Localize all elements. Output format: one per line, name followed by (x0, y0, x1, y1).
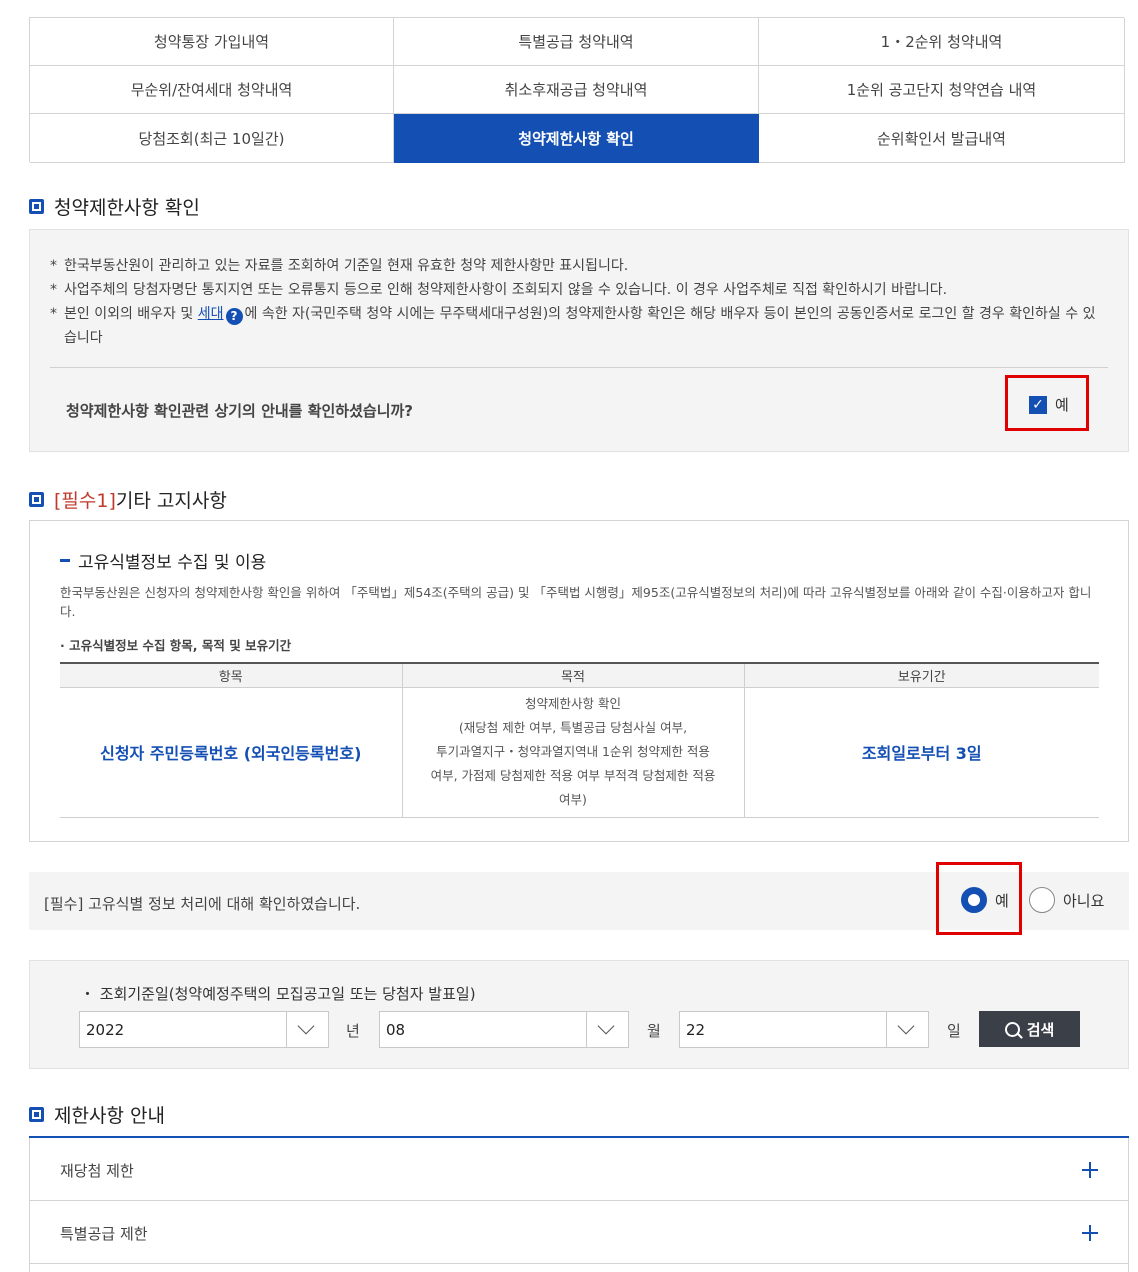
square-bullet-icon (29, 1107, 44, 1122)
privacy-box: 고유식별정보 수집 및 이용 한국부동산원은 신청자의 청약제한사항 확인을 위… (29, 520, 1129, 842)
plus-icon[interactable] (1082, 1162, 1098, 1178)
chevron-down-icon (286, 1012, 328, 1047)
tab-resupply[interactable]: 취소후재공급 청약내역 (394, 66, 759, 114)
household-link[interactable]: 세대 (198, 306, 224, 322)
notice-list: * 한국부동산원이 관리하고 있는 자료를 조회하여 기준일 현재 유효한 청약… (50, 254, 1105, 350)
section-title: 제한사항 안내 (54, 1105, 165, 1127)
day-select[interactable]: 22 (679, 1011, 929, 1048)
notice-item: * 사업주체의 당첨자명단 통지지연 또는 오류통지 등으로 인해 청약제한사항… (50, 282, 948, 298)
month-unit: 월 (647, 1022, 661, 1040)
privacy-table: 항목 목적 보유기간 신청자 주민등록번호 (외국인등록번호) 청약제한사항 확… (60, 662, 1099, 818)
tab-practice[interactable]: 1순위 공고단지 청약연습 내역 (759, 66, 1125, 114)
help-icon[interactable]: ? (225, 308, 243, 325)
notice-item: * 본인 이외의 배우자 및 세대? 에 속한 자(국민주택 청약 시에는 무주택… (50, 306, 1096, 346)
tab-rank-certificate[interactable]: 순위확인서 발급내역 (759, 114, 1125, 163)
chevron-down-icon (886, 1012, 928, 1047)
confirm-checkbox[interactable]: ✓ 예 (1029, 394, 1069, 415)
month-select[interactable]: 08 (379, 1011, 629, 1048)
section-restriction-guide-heading: 제한사항 안내 (29, 1101, 165, 1128)
tab-unranked-remaining[interactable]: 무순위/잔여세대 청약내역 (30, 66, 394, 114)
tab-rank-1-2[interactable]: 1・2순위 청약내역 (759, 18, 1125, 66)
section-title: 기타 고지사항 (115, 490, 227, 512)
radio-selected-icon (961, 887, 987, 913)
radio-yes[interactable]: 예 (961, 887, 1009, 913)
dash-icon (60, 559, 70, 562)
tab-restriction-check[interactable]: 청약제한사항 확인 (394, 114, 759, 163)
section-restriction-heading: 청약제한사항 확인 (29, 193, 200, 220)
notice-item: * 한국부동산원이 관리하고 있는 자료를 조회하여 기준일 현재 유효한 청약… (50, 258, 629, 274)
highlight-box: ✓ 예 (1005, 375, 1089, 431)
table-row: 신청자 주민등록번호 (외국인등록번호) 청약제한사항 확인 (재당첨 제한 여… (60, 687, 1099, 818)
table-header: 항목 (60, 662, 402, 688)
accordion-item-partial[interactable] (29, 1264, 1129, 1272)
table-caption: · 고유식별정보 수집 항목, 목적 및 보유기간 (60, 638, 292, 653)
search-button[interactable]: 검색 (979, 1011, 1080, 1047)
check-icon: ✓ (1029, 395, 1047, 414)
tab-special-supply[interactable]: 특별공급 청약내역 (394, 18, 759, 66)
collection-purpose: 청약제한사항 확인 (재당첨 제한 여부, 특별공급 당첨사실 여부, 투기과열… (401, 687, 744, 818)
square-bullet-icon (29, 199, 44, 214)
confirm-question: 청약제한사항 확인관련 상기의 안내를 확인하셨습니까? (66, 402, 413, 420)
restriction-accordion: 재당첨 제한 특별공급 제한 (29, 1136, 1129, 1272)
notice-box: * 한국부동산원이 관리하고 있는 자료를 조회하여 기준일 현재 유효한 청약… (29, 229, 1129, 452)
date-search-panel: ・ 조회기준일(청약예정주택의 모집공고일 또는 당첨자 발표일) 2022 년… (29, 960, 1129, 1069)
year-unit: 년 (346, 1022, 360, 1040)
confirm-checkbox-label: 예 (1055, 396, 1069, 414)
radio-unselected-icon (1029, 887, 1055, 913)
divider (50, 367, 1108, 368)
search-icon (1004, 1021, 1020, 1037)
radio-no[interactable]: 아니요 (1029, 887, 1104, 913)
collected-item: 신청자 주민등록번호 (외국인등록번호) (60, 687, 402, 818)
square-bullet-icon (29, 492, 44, 507)
year-select[interactable]: 2022 (79, 1011, 329, 1048)
search-label: ・ 조회기준일(청약예정주택의 모집공고일 또는 당첨자 발표일) (80, 985, 476, 1003)
privacy-description: 한국부동산원은 신청자의 청약제한사항 확인을 위하여 「주택법」제54조(주택… (60, 585, 1092, 619)
retention-period: 조회일로부터 3일 (743, 687, 1099, 818)
section-other-notices-heading: [필수1] 기타 고지사항 (29, 486, 227, 513)
required-consent-text: [필수] 고유식별 정보 처리에 대해 확인하였습니다. (44, 895, 361, 913)
sub-heading: 고유식별정보 수집 및 이용 (60, 548, 266, 573)
day-unit: 일 (947, 1022, 961, 1040)
chevron-down-icon (586, 1012, 628, 1047)
section-title: 청약제한사항 확인 (54, 197, 200, 219)
tab-winning-lookup[interactable]: 당첨조회(최근 10일간) (30, 114, 394, 163)
tab-subscription-account[interactable]: 청약통장 가입내역 (30, 18, 394, 66)
plus-icon[interactable] (1082, 1225, 1098, 1241)
accordion-item-rewinning[interactable]: 재당첨 제한 (29, 1138, 1129, 1201)
tab-grid: 청약통장 가입내역 특별공급 청약내역 1・2순위 청약내역 무순위/잔여세대 … (29, 17, 1125, 163)
table-header: 목적 (401, 662, 744, 688)
table-header: 보유기간 (743, 662, 1099, 688)
accordion-item-special-supply[interactable]: 특별공급 제한 (29, 1201, 1129, 1264)
required-tag: [필수1] (54, 490, 116, 512)
